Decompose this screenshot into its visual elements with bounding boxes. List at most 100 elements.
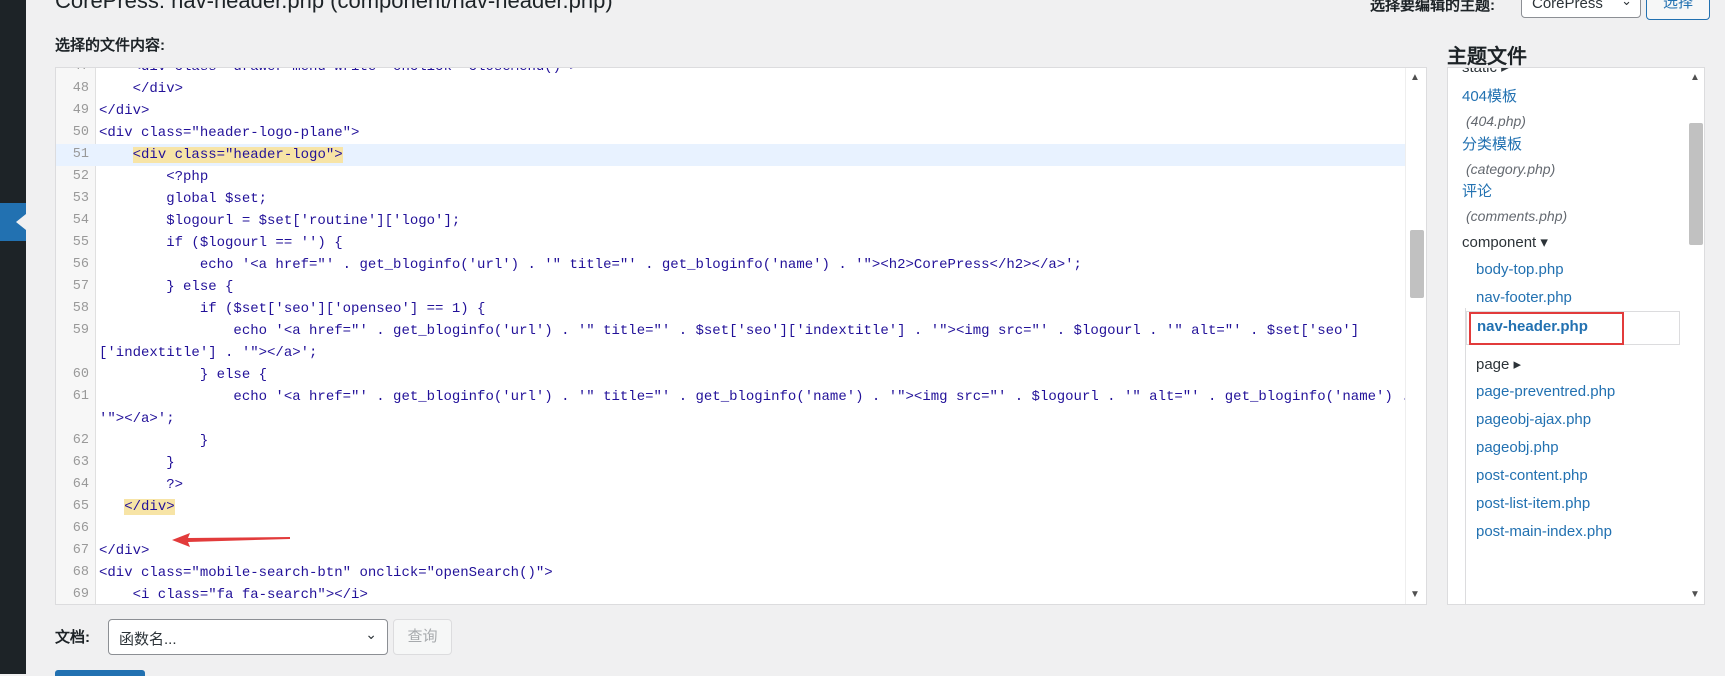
function-name-select[interactable]: 函数名... ⌄ — [108, 619, 388, 655]
code-text[interactable]: } else { — [99, 276, 233, 298]
tree-folder[interactable]: static ▸ — [1462, 68, 1509, 76]
line-number: 50 — [72, 125, 89, 140]
function-name-select-value: 函数名... — [119, 631, 177, 648]
code-line[interactable]: 63 } — [56, 452, 1426, 474]
code-text[interactable]: <div class="header-logo"> — [99, 144, 343, 166]
line-number: 69 — [72, 587, 89, 602]
editor-scroll-thumb[interactable] — [1410, 230, 1424, 298]
code-line[interactable]: 53 global $set; — [56, 188, 1426, 210]
page-title: CorePress: nav-header.php (component/nav… — [55, 0, 613, 13]
tree-folder[interactable]: component ▾ — [1462, 233, 1548, 251]
code-text[interactable]: <div class="drawer-menu-write" onclick="… — [99, 68, 578, 78]
sidebar-scrollbar[interactable]: ▲ ▼ — [1686, 68, 1704, 604]
tree-item-link[interactable]: 评论 — [1462, 180, 1492, 201]
code-text[interactable]: } — [99, 430, 208, 452]
tree-item-link[interactable]: post-main-index.php — [1476, 523, 1612, 540]
line-number: 54 — [72, 213, 89, 228]
matching-tag-highlight: <div class="header-logo"> — [132, 147, 343, 163]
code-line[interactable]: 47 <div class="drawer-menu-write" onclic… — [56, 68, 1426, 78]
code-line[interactable]: 57 } else { — [56, 276, 1426, 298]
scroll-up-icon[interactable]: ▲ — [1690, 72, 1700, 83]
code-text[interactable]: ?> — [99, 474, 183, 496]
scroll-down-icon[interactable]: ▼ — [1690, 589, 1700, 600]
line-number: 59 — [72, 323, 89, 338]
code-editor[interactable]: 47 <div class="drawer-menu-write" onclic… — [55, 67, 1427, 605]
tree-item-link[interactable]: pageobj.php — [1476, 439, 1559, 456]
tree-item-link[interactable]: 404模板 — [1462, 85, 1517, 106]
line-number: 48 — [72, 81, 89, 96]
line-number: 66 — [72, 521, 89, 536]
code-text[interactable]: </div> — [99, 540, 149, 562]
code-text[interactable]: global $set; — [99, 188, 267, 210]
code-line[interactable]: 60 } else { — [56, 364, 1426, 386]
code-text[interactable]: </div> — [99, 100, 149, 122]
code-line[interactable]: 56 echo '<a href="' . get_bloginfo('url'… — [56, 254, 1426, 276]
code-text[interactable]: ['indextitle'] . '"></a>'; — [99, 342, 317, 364]
code-text[interactable]: } — [99, 452, 174, 474]
code-line[interactable]: 48 </div> — [56, 78, 1426, 100]
tree-item-link[interactable]: body-top.php — [1476, 261, 1564, 278]
code-line[interactable]: 69 <i class="fa fa-search"></i> — [56, 584, 1426, 604]
theme-files-tree: static ▸ 404模板 (404.php) 分类模板 (category.php)… — [1447, 67, 1705, 605]
code-text[interactable]: <?php — [99, 166, 208, 188]
scroll-up-icon[interactable]: ▲ — [1410, 72, 1420, 83]
code-text[interactable]: if ($logourl == '') { — [99, 232, 342, 254]
tree-item-link[interactable]: 分类模板 — [1462, 133, 1522, 154]
line-number: 68 — [72, 565, 89, 580]
matching-tag-highlight: </div> — [124, 499, 175, 515]
tree-item-link[interactable]: nav-footer.php — [1476, 289, 1572, 306]
line-number: 56 — [72, 257, 89, 272]
query-button[interactable]: 查询 — [393, 619, 452, 655]
code-text[interactable]: echo '<a href="' . get_bloginfo('url') .… — [99, 254, 1082, 276]
code-text[interactable]: echo '<a href="' . get_bloginfo('url') .… — [99, 386, 1409, 408]
theme-select-value: CorePress — [1532, 0, 1603, 12]
code-line[interactable]: 68 <div class="mobile-search-btn" onclick… — [56, 562, 1426, 584]
documentation-label: 文档: — [55, 629, 90, 646]
code-line[interactable]: 52 <?php — [56, 166, 1426, 188]
tree-item-link[interactable]: post-list-item.php — [1476, 495, 1590, 512]
scroll-down-icon[interactable]: ▼ — [1410, 589, 1420, 600]
select-theme-button[interactable]: 选择 — [1646, 0, 1710, 20]
tree-item-current-file[interactable]: nav-header.php — [1466, 311, 1680, 345]
code-line[interactable]: 49 </div> — [56, 100, 1426, 122]
tree-item-link[interactable]: page-preventred.php — [1476, 383, 1615, 400]
sidebar-scroll-thumb[interactable] — [1689, 123, 1703, 245]
line-number: 49 — [72, 103, 89, 118]
code-line[interactable]: '"></a>'; — [56, 408, 1426, 430]
code-line[interactable]: 65 </div> — [56, 496, 1426, 518]
line-number: 62 — [72, 433, 89, 448]
code-text[interactable]: } else { — [99, 364, 267, 386]
code-line[interactable]: ['indextitle'] . '"></a>'; — [56, 342, 1426, 364]
code-text[interactable]: </div> — [99, 78, 183, 100]
tree-guide-line — [1465, 308, 1466, 604]
code-line[interactable]: 61 echo '<a href="' . get_bloginfo('url'… — [56, 386, 1426, 408]
code-text[interactable]: <i class="fa fa-search"></i> — [99, 584, 368, 604]
code-line[interactable]: 51 <div class="header-logo"> — [56, 144, 1426, 166]
code-text[interactable]: <div class="mobile-search-btn" onclick="… — [99, 562, 553, 584]
chevron-down-icon: ⌄ — [365, 626, 377, 642]
tree-folder[interactable]: page ▸ — [1476, 355, 1521, 373]
code-line[interactable]: 50 <div class="header-logo-plane"> — [56, 122, 1426, 144]
code-line[interactable]: 62 } — [56, 430, 1426, 452]
tree-item-label: nav-header.php — [1477, 318, 1588, 335]
code-lines[interactable]: 47 <div class="drawer-menu-write" onclic… — [56, 68, 1426, 604]
update-file-button[interactable] — [55, 670, 145, 676]
code-text[interactable]: $logourl = $set['routine']['logo']; — [99, 210, 460, 232]
code-line[interactable]: 59 echo '<a href="' . get_bloginfo('url'… — [56, 320, 1426, 342]
theme-select[interactable]: CorePress ⌄ — [1521, 0, 1641, 18]
code-text[interactable]: '"></a>'; — [99, 408, 175, 430]
tree-item-link[interactable]: pageobj-ajax.php — [1476, 411, 1591, 428]
code-text[interactable]: <div class="header-logo-plane"> — [99, 122, 359, 144]
editor-scrollbar[interactable]: ▲ ▼ — [1405, 68, 1426, 604]
code-line[interactable]: 58 if ($set['seo']['openseo'] == 1) { — [56, 298, 1426, 320]
code-text[interactable]: echo '<a href="' . get_bloginfo('url') .… — [99, 320, 1359, 342]
code-line[interactable]: 54 $logourl = $set['routine']['logo']; — [56, 210, 1426, 232]
code-text[interactable]: if ($set['seo']['openseo'] == 1) { — [99, 298, 486, 320]
theme-select-label: 选择要编辑的主题: — [1370, 0, 1495, 14]
code-text[interactable]: </div> — [99, 496, 175, 518]
tree-item-link[interactable]: post-content.php — [1476, 467, 1588, 484]
tree-item-filename: (404.php) — [1466, 113, 1526, 129]
file-content-label: 选择的文件内容: — [55, 37, 165, 54]
code-line[interactable]: 64 ?> — [56, 474, 1426, 496]
code-line[interactable]: 55 if ($logourl == '') { — [56, 232, 1426, 254]
